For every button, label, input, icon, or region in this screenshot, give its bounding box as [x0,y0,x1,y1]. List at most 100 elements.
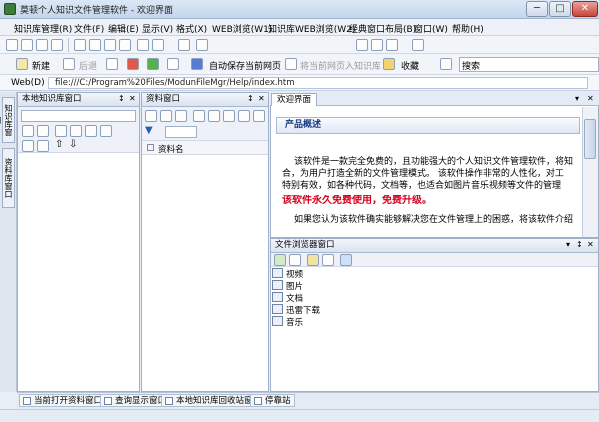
materials-pin-icon[interactable]: ↕ [247,94,254,103]
cut-icon[interactable] [74,39,86,51]
new-button[interactable]: 新建 [32,59,50,72]
menu-kb-manage[interactable]: 知识库管理(R) [14,22,72,35]
mat-save-icon[interactable] [175,110,187,122]
paste-icon[interactable] [104,39,116,51]
favorites-button[interactable]: 收藏 [401,59,419,72]
tree-item-videos[interactable]: 视频 [272,268,303,280]
menu-web-browse[interactable]: WEB浏览(W1) [212,22,272,35]
tree-item-music[interactable]: 音乐 [272,316,303,328]
sidebar-tab-materials[interactable]: 资料库窗口 [2,148,15,208]
delete-icon[interactable] [119,39,131,51]
fb-copy-icon[interactable] [289,254,301,266]
bold-icon[interactable] [356,39,368,51]
home-icon[interactable] [178,39,190,51]
mat-delete-icon[interactable] [238,110,250,122]
fb-paste-icon[interactable] [322,254,334,266]
tree-item-documents[interactable]: 文档 [272,292,303,304]
file-browser-toolbar [271,253,598,267]
menu-classic-layout[interactable]: 经典窗口布局(B) [349,22,416,35]
mat-new-icon[interactable] [145,110,157,122]
menu-window[interactable]: 窗口(W) [414,22,448,35]
search-icon[interactable] [440,58,452,70]
tree-item-thunder-downloads[interactable]: 迅雷下载 [272,304,320,316]
italic-icon[interactable] [371,39,383,51]
window-icon [23,397,31,405]
file-browser-header: 文件浏览器窗口 [271,239,598,253]
kb-delete-icon[interactable] [100,125,112,137]
menu-kb-web-browse[interactable]: 知识库WEB浏览(W2) [268,22,355,35]
select-all-checkbox[interactable] [147,144,154,151]
menu-view[interactable]: 显示(V) [142,22,173,35]
mat-edit-icon[interactable] [223,110,235,122]
kb-new-folder-icon[interactable] [22,125,34,137]
tab-close-button[interactable]: ✕ [587,94,594,103]
menu-format[interactable]: 格式(X) [176,22,207,35]
materials-column-name[interactable]: 资料名 [158,143,184,155]
go-up-icon[interactable] [274,254,286,266]
menu-edit[interactable]: 编辑(E) [108,22,139,35]
video-folder-icon [272,268,283,278]
kb-copy-icon[interactable] [70,125,82,137]
kb-panel-close-button[interactable]: ✕ [129,94,136,103]
filter-icon[interactable]: ▼ [145,125,153,136]
materials-filter-dropdown[interactable] [165,126,197,138]
bottom-tab-query-results[interactable]: 查询显示窗口 [100,394,171,407]
kb-selector-dropdown[interactable] [21,110,136,122]
print-icon[interactable] [36,39,48,51]
add-to-kb-button[interactable]: 将当前网页入知识库 [300,59,381,72]
arrow-down-icon[interactable]: ⇩ [69,139,77,150]
kb-open-icon[interactable] [37,125,49,137]
web-icon[interactable] [167,58,179,70]
kb-cut-icon[interactable] [55,125,67,137]
save-icon[interactable] [21,39,33,51]
tab-welcome[interactable]: 欢迎界面 [271,93,318,106]
add-to-kb-icon[interactable] [285,58,297,70]
sidebar-tab-kb[interactable]: 知识库窗口 [0,97,15,143]
mat-open-icon[interactable] [160,110,172,122]
file-browser-close-button[interactable]: ✕ [587,240,594,249]
mat-export-icon[interactable] [208,110,220,122]
materials-close-button[interactable]: ✕ [258,94,265,103]
welcome-scroll-thumb[interactable] [584,119,596,159]
address-input[interactable]: file:///C:/Program%20Files/ModunFileMgr/… [48,77,588,89]
maximize-button[interactable]: □ [549,1,571,17]
save-page-icon[interactable] [191,58,203,70]
fb-folder-icon[interactable] [307,254,319,266]
mat-import-icon[interactable] [193,110,205,122]
tools-icon[interactable] [196,39,208,51]
back-icon[interactable] [63,58,75,70]
tab-dropdown-icon[interactable]: ▾ [575,94,579,103]
font-color-icon[interactable] [386,39,398,51]
arrow-up-icon[interactable]: ⇧ [55,139,63,150]
file-browser-menu-icon[interactable]: ▾ [566,240,570,249]
undo-icon[interactable] [137,39,149,51]
stop-icon[interactable] [127,58,139,70]
minimize-button[interactable]: ─ [526,1,548,17]
favorites-icon[interactable] [383,58,395,70]
app-logo-icon [4,3,16,15]
open-icon[interactable] [6,39,18,51]
save-page-button[interactable]: 自动保存当前网页 [209,59,281,72]
close-button[interactable]: ✕ [572,1,598,17]
bottom-tab-open-materials[interactable]: 当前打开资料窗口 [19,394,107,407]
tree-item-pictures[interactable]: 图片 [272,280,303,292]
redo-icon[interactable] [152,39,164,51]
copy-icon[interactable] [89,39,101,51]
forward-icon[interactable] [106,58,118,70]
kb-paste-icon[interactable] [85,125,97,137]
new-icon[interactable] [16,58,28,70]
back-button[interactable]: 后退 [79,59,97,72]
kb-rename-icon[interactable] [37,140,49,152]
menu-help[interactable]: 帮助(H) [452,22,484,35]
preview-icon[interactable] [51,39,63,51]
menu-file[interactable]: 文件(F) [74,22,104,35]
mat-properties-icon[interactable] [253,110,265,122]
query-icon [104,397,112,405]
file-browser-pin-icon[interactable]: ↕ [576,240,583,249]
view-mode-icon[interactable] [340,254,352,266]
refresh-icon[interactable] [147,58,159,70]
bottom-tab-dock[interactable]: 停靠站 [250,394,295,407]
kb-move-icon[interactable] [22,140,34,152]
pin-icon[interactable]: ↕ [118,94,125,103]
layout-icon[interactable] [412,39,424,51]
